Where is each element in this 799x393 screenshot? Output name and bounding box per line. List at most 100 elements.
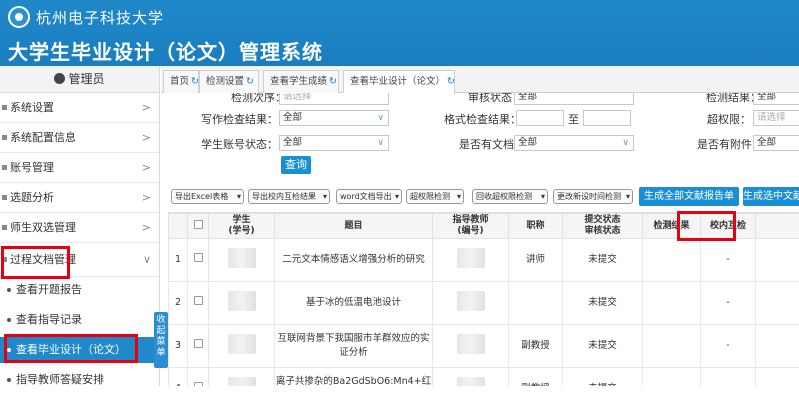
close-icon[interactable]: ↻ × [246, 76, 259, 87]
close-icon[interactable]: ↻ × [329, 76, 339, 87]
row-title: 互联网背景下我国服市羊群效应的实证分析 [275, 325, 433, 368]
change-time-check-dropdown[interactable]: 更改新设时间检测▾ [553, 189, 633, 204]
chevron-down-icon: ∨ [377, 111, 384, 125]
filter-panel: 检测次序： 请选择 审核状态： 全部 检测结果： 全部 写作检查结果： 全部∨ … [161, 93, 799, 181]
select-writing-check[interactable]: 全部∨ [279, 110, 389, 126]
generate-all-reports-button[interactable]: 生成全部文献报告单 [639, 187, 739, 206]
caret-down-icon: ▾ [395, 190, 399, 203]
row-mutual-check: - [701, 325, 756, 368]
row-checkbox[interactable] [194, 296, 203, 305]
header-status[interactable]: 提交状态 审核状态 [563, 214, 643, 239]
header-mutual-check[interactable]: 校内互检 [701, 214, 756, 239]
caret-down-icon: ▾ [626, 190, 630, 203]
row-mutual-check: - [701, 368, 756, 387]
export-mutual-check-dropdown[interactable]: 导出校内互检结果▾ [248, 189, 330, 204]
table-row[interactable]: 1 二元文本情感语义增强分析的研究 讲师 未提交 - [169, 239, 799, 282]
close-icon[interactable]: ↻ × [447, 76, 455, 87]
caret-down-icon: ▾ [323, 190, 327, 203]
submenu-graduation-thesis[interactable]: 查看毕业设计（论文） [0, 337, 159, 363]
caret-down-icon: ▾ [457, 190, 461, 203]
caret-down-icon: ▾ [541, 190, 545, 203]
label-format-check: 格式检查结果： [444, 111, 521, 127]
tab-student-grades[interactable]: 查看学生成绩↻ × [263, 70, 339, 93]
tab-check-settings[interactable]: 检测设置↻ × [199, 70, 259, 93]
row-check-result [643, 282, 701, 325]
row-title: 二元文本情感语义增强分析的研究 [275, 239, 433, 282]
header-check-result[interactable]: 检测结果 [643, 214, 701, 239]
row-checkbox[interactable] [194, 382, 203, 386]
select-check-result[interactable]: 全部 [753, 93, 799, 105]
header-title[interactable]: 题目 [275, 214, 433, 239]
select-all-checkbox[interactable] [194, 220, 203, 229]
row-mutual-check: - [701, 239, 756, 282]
select-has-attachment[interactable]: 全部 [753, 135, 799, 151]
table-row[interactable]: 2 基于冰的低温电池设计 未提交 - [169, 282, 799, 325]
refresh-icon[interactable]: ↻ [191, 76, 199, 87]
menu-mutual-selection[interactable]: 师生双选管理> [0, 213, 159, 243]
system-title: 大学生毕业设计（论文）管理系统 [8, 36, 323, 65]
label-over-permission: 超权限： [707, 111, 751, 127]
recall-over-permission-dropdown[interactable]: 回收超权限检测▾ [472, 189, 548, 204]
header-advisor[interactable]: 指导教师 (编号) [433, 214, 509, 239]
header-student[interactable]: 学生 (学号) [209, 214, 275, 239]
select-review-status[interactable]: 全部 [514, 93, 634, 105]
redacted-advisor [457, 334, 485, 354]
redacted-student [228, 334, 256, 354]
role-header: 管理员 [0, 66, 159, 93]
row-number: 2 [169, 282, 188, 325]
menu-process-documents[interactable]: 过程文档管理∨ [0, 243, 159, 277]
label-account-status: 学生账号状态： [201, 136, 278, 152]
redacted-advisor [457, 291, 485, 311]
row-checkbox[interactable] [194, 339, 203, 348]
redacted-student [228, 291, 256, 311]
select-check-order[interactable]: 请选择 [279, 93, 389, 105]
menu-icon [2, 105, 7, 110]
row-check-result [643, 325, 701, 368]
select-account-status[interactable]: 全部∨ [279, 135, 389, 151]
row-status: 未提交 [563, 239, 643, 282]
tab-home[interactable]: 首页↻ [163, 70, 199, 93]
select-has-document[interactable]: 全部∨ [514, 135, 634, 151]
export-excel-dropdown[interactable]: 导出Excel表格▾ [171, 189, 244, 204]
row-number: 4 [169, 368, 188, 387]
table-row[interactable]: 3 互联网背景下我国服市羊群效应的实证分析 副教授 未提交 - [169, 325, 799, 368]
word-export-dropdown[interactable]: word文档导出▾ [336, 189, 402, 204]
label-writing-check: 写作检查结果： [201, 111, 278, 127]
tab-bar: 首页↻ 检测设置↻ × 查看学生成绩↻ × 查看毕业设计（论文）↻ × [161, 66, 799, 93]
query-button[interactable]: 查询 [281, 156, 311, 174]
submenu-qa-arrangement[interactable]: 指导教师答疑安排 [0, 367, 159, 393]
over-permission-check-dropdown[interactable]: 超权限检测▾ [406, 189, 464, 204]
menu-icon [2, 257, 7, 262]
menu-icon [2, 195, 7, 200]
caret-down-icon: ▾ [237, 190, 241, 203]
row-status: 未提交 [563, 282, 643, 325]
menu-system-config[interactable]: 系统配置信息> [0, 123, 159, 153]
submenu-opening-report[interactable]: 查看开题报告 [0, 277, 159, 303]
input-format-check-from[interactable] [516, 110, 564, 126]
menu-account-management[interactable]: 账号管理> [0, 153, 159, 183]
user-icon [54, 73, 65, 84]
chevron-right-icon: > [142, 93, 151, 123]
redacted-advisor [457, 377, 485, 387]
tab-graduation-thesis[interactable]: 查看毕业设计（论文）↻ × [343, 70, 455, 94]
submenu-guidance-records[interactable]: 查看指导记录 [0, 307, 159, 333]
role-label: 管理员 [68, 72, 104, 86]
row-title: 基于冰的低温电池设计 [275, 282, 433, 325]
table-row[interactable]: 4 离子共掺杂的Ba2GdSbO6:Mn4+红色荧光粉的合成及性能研究 副教授 … [169, 368, 799, 387]
input-format-check-to[interactable] [583, 110, 631, 126]
action-toolbar: 导出Excel表格▾ 导出校内互检结果▾ word文档导出▾ 超权限检测▾ 回收… [161, 185, 799, 207]
row-rank [509, 282, 563, 325]
row-number: 1 [169, 239, 188, 282]
table-header-row: 学生 (学号) 题目 指导教师 (编号) 职称 提交状态 审核状态 检测结果 校… [169, 214, 799, 239]
generate-selected-reports-button[interactable]: 生成选中文献 [743, 187, 799, 206]
redacted-student [228, 377, 256, 387]
collapse-menu-button[interactable]: 收起菜单 [154, 312, 168, 368]
menu-system-settings[interactable]: 系统设置> [0, 93, 159, 123]
select-over-permission[interactable]: 请选择 [753, 110, 799, 126]
menu-topic-analysis[interactable]: 选题分析> [0, 183, 159, 213]
chevron-down-icon: ∨ [622, 136, 629, 150]
sidebar: 管理员 系统设置> 系统配置信息> 账号管理> 选题分析> 师生双选管理> 过程… [0, 66, 160, 386]
header-rank[interactable]: 职称 [509, 214, 563, 239]
row-mutual-check: - [701, 282, 756, 325]
row-checkbox[interactable] [194, 253, 203, 262]
